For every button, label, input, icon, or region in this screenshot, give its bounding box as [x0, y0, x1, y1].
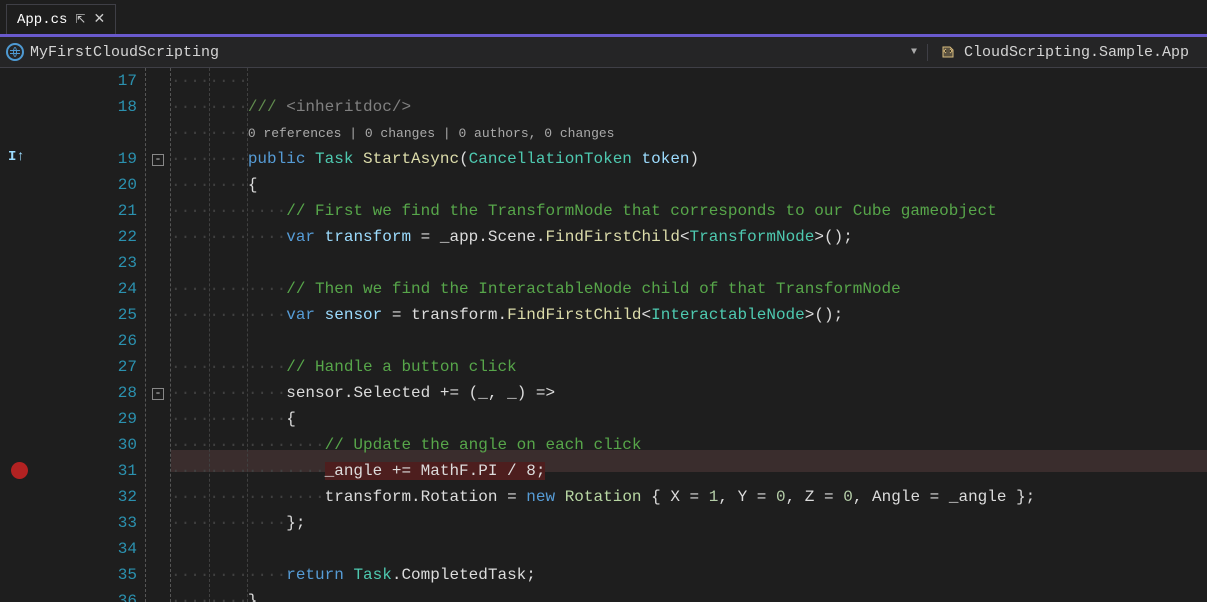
tab-strip: App.cs ⇱ ✕: [0, 0, 1207, 34]
glyph-margin[interactable]: I↑: [0, 68, 40, 602]
line-number: 25: [40, 302, 137, 328]
pin-icon[interactable]: ⇱: [75, 12, 85, 27]
code-line[interactable]: ············return Task.CompletedTask;: [171, 562, 1207, 588]
code-line[interactable]: ········{: [171, 172, 1207, 198]
outline-gutter[interactable]: - -: [145, 68, 171, 602]
code-line[interactable]: [171, 536, 1207, 562]
code-line[interactable]: ················transform.Rotation = new…: [171, 484, 1207, 510]
line-number: 18: [40, 94, 137, 120]
line-number-gutter: 17 18 19 20 21 22 23 24 25 26 27 28 29 3…: [40, 68, 145, 602]
code-line[interactable]: ········: [171, 68, 1207, 94]
line-number: 30: [40, 432, 137, 458]
code-line[interactable]: ············var sensor = transform.FindF…: [171, 302, 1207, 328]
line-number: 22: [40, 224, 137, 250]
tab-filename: App.cs: [17, 12, 67, 28]
class-icon: [940, 44, 956, 60]
line-number: 32: [40, 484, 137, 510]
globe-icon: [6, 43, 24, 61]
type-scope-dropdown[interactable]: CloudScripting.Sample.App: [927, 44, 1201, 61]
code-line[interactable]: [171, 250, 1207, 276]
code-line[interactable]: ············// Then we find the Interact…: [171, 276, 1207, 302]
chevron-down-icon: ▼: [911, 47, 917, 58]
line-number: 33: [40, 510, 137, 536]
code-line[interactable]: ········}: [171, 588, 1207, 602]
line-number: 26: [40, 328, 137, 354]
code-line[interactable]: ········/// <inheritdoc/>: [171, 94, 1207, 120]
code-line[interactable]: [171, 328, 1207, 354]
line-number: 34: [40, 536, 137, 562]
line-number: 31: [40, 458, 137, 484]
close-icon[interactable]: ✕: [93, 11, 105, 28]
line-number: 35: [40, 562, 137, 588]
breakpoint-icon[interactable]: [11, 462, 28, 479]
line-number: 27: [40, 354, 137, 380]
line-number: 23: [40, 250, 137, 276]
code-line[interactable]: ············// First we find the Transfo…: [171, 198, 1207, 224]
line-number: 29: [40, 406, 137, 432]
code-line[interactable]: ············{: [171, 406, 1207, 432]
code-line[interactable]: ············};: [171, 510, 1207, 536]
line-number: 24: [40, 276, 137, 302]
line-number: 17: [40, 68, 137, 94]
line-number: 28: [40, 380, 137, 406]
navigation-bar: MyFirstCloudScripting ▼ CloudScripting.S…: [0, 34, 1207, 68]
code-line[interactable]: ················_angle += MathF.PI / 8;: [171, 458, 1207, 484]
line-number: 19: [40, 146, 137, 172]
line-number: 36: [40, 588, 137, 602]
fold-toggle[interactable]: -: [152, 154, 164, 166]
change-tracking-icon: I↑: [8, 149, 25, 165]
code-editor[interactable]: I↑ 17 18 19 20 21 22 23 24 25 26 27 28 2…: [0, 68, 1207, 602]
code-line[interactable]: ········public Task StartAsync(Cancellat…: [171, 146, 1207, 172]
project-scope-label: MyFirstCloudScripting: [30, 44, 219, 61]
code-line[interactable]: ············sensor.Selected += (_, _) =>: [171, 380, 1207, 406]
code-line[interactable]: ················// Update the angle on e…: [171, 432, 1207, 458]
code-line[interactable]: ············// Handle a button click: [171, 354, 1207, 380]
line-number: 21: [40, 198, 137, 224]
code-text-area[interactable]: ········ ········/// <inheritdoc/> ·····…: [171, 68, 1207, 602]
fold-toggle[interactable]: -: [152, 388, 164, 400]
project-scope-dropdown[interactable]: MyFirstCloudScripting: [6, 43, 911, 61]
type-scope-label: CloudScripting.Sample.App: [964, 44, 1189, 61]
code-line[interactable]: ············var transform = _app.Scene.F…: [171, 224, 1207, 250]
line-number: [40, 120, 137, 146]
codelens[interactable]: ········0 references | 0 changes | 0 aut…: [171, 120, 1207, 146]
file-tab[interactable]: App.cs ⇱ ✕: [6, 4, 116, 34]
line-number: 20: [40, 172, 137, 198]
